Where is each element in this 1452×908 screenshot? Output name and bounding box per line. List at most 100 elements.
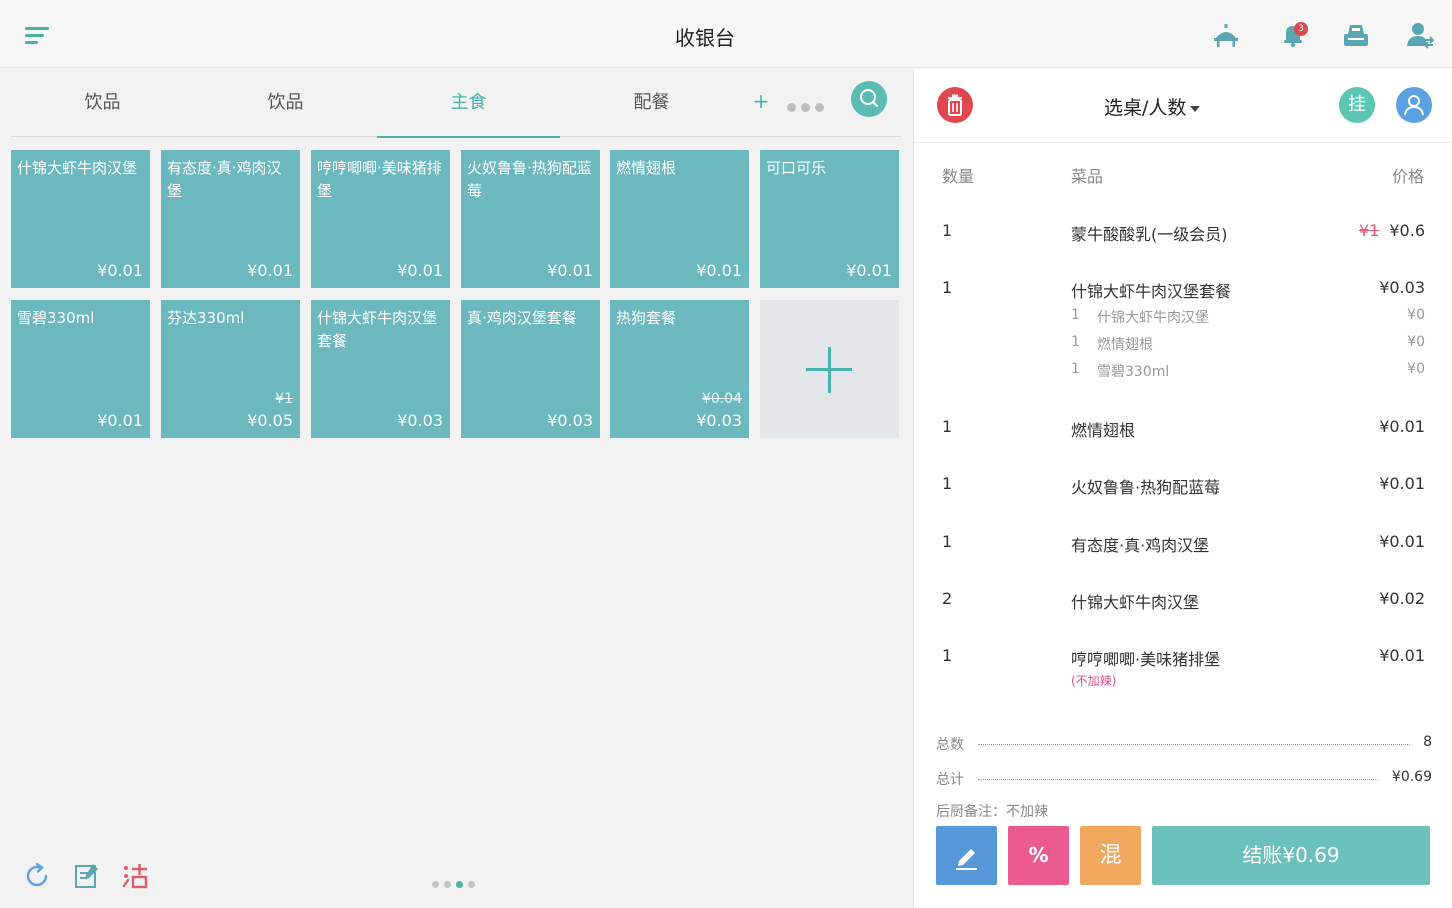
product-name: 哼哼唧唧·美味猪排堡 <box>317 159 442 200</box>
order-price: ¥0.03 <box>1379 278 1425 297</box>
dotted-leader <box>978 744 1410 745</box>
dotted-leader <box>978 779 1378 780</box>
hang-order-button[interactable]: 挂 <box>1339 87 1375 123</box>
product-name: 火奴鲁鲁·热狗配蓝莓 <box>467 159 592 200</box>
subitem-price: ¥0 <box>1407 307 1425 323</box>
order-price: ¥0.01 <box>1379 417 1425 436</box>
product-old-price: ¥0.04 <box>701 391 742 407</box>
subitem-price: ¥0 <box>1407 334 1425 350</box>
product-name: 热狗套餐 <box>616 309 677 327</box>
order-header: 选桌/人数 挂 <box>914 69 1452 143</box>
subitem-name: 雪碧330ml <box>1097 364 1170 380</box>
clear-order-button[interactable] <box>937 87 973 123</box>
checkout-button[interactable]: 结账¥0.69 <box>1152 826 1430 885</box>
order-price: ¥0.01 <box>1379 474 1425 493</box>
discount-button[interactable]: % <box>1008 826 1069 885</box>
product-tile[interactable]: 雪碧330ml ¥0.01 <box>11 300 150 438</box>
product-price: ¥0.03 <box>696 411 742 430</box>
product-price: ¥0.01 <box>97 411 143 430</box>
order-dish: 什锦大虾牛肉汉堡套餐 <box>1071 282 1232 301</box>
product-old-price: ¥1 <box>275 391 293 407</box>
table-service-icon[interactable] <box>1210 18 1242 50</box>
caret-down-icon <box>1190 105 1201 112</box>
product-panel: 饮品 饮品 主食 配餐 + 什锦大虾牛肉汉堡 ¥0.01 有态度·真·鸡肉汉堡 … <box>0 69 913 908</box>
product-tile[interactable]: 热狗套餐 ¥0.04 ¥0.03 <box>610 300 749 438</box>
note-icon[interactable] <box>72 860 102 890</box>
refresh-icon[interactable] <box>22 860 52 890</box>
order-price: ¥0.01 <box>1379 646 1425 665</box>
product-name: 什锦大虾牛肉汉堡套餐 <box>317 309 438 350</box>
total-value: ¥0.69 <box>1391 769 1432 785</box>
add-product-button[interactable] <box>760 300 899 438</box>
product-price: ¥0.01 <box>547 261 593 280</box>
order-dish: 什锦大虾牛肉汉堡 <box>1071 593 1200 612</box>
plus-icon <box>806 347 852 393</box>
product-tile[interactable]: 可口可乐 ¥0.01 <box>760 150 899 288</box>
order-panel: 选桌/人数 挂 数量 菜品 价格 1 蒙牛酸酸乳(一级会员) ¥1 ¥0.6 1 … <box>913 69 1452 908</box>
tab-drinks[interactable]: 饮品 <box>11 69 194 137</box>
edit-button[interactable] <box>936 826 997 885</box>
order-qty: 1 <box>942 474 953 493</box>
order-dish: 哼哼唧唧·美味猪排堡 <box>1071 650 1221 669</box>
summary-count: 总数 8 <box>936 734 1432 754</box>
add-category-button[interactable]: + <box>751 89 771 117</box>
member-button[interactable] <box>1396 87 1432 123</box>
trash-icon <box>948 94 962 116</box>
subitem-name: 什锦大虾牛肉汉堡 <box>1097 310 1209 326</box>
mixed-payment-button[interactable]: 混 <box>1080 826 1141 885</box>
cash-register-icon[interactable] <box>1340 18 1372 50</box>
product-name: 有态度·真·鸡肉汉堡 <box>167 159 282 200</box>
count-value: 8 <box>1423 734 1432 750</box>
tab-drinks-2[interactable]: 饮品 <box>194 69 377 137</box>
order-old-price: ¥1 <box>1359 221 1380 240</box>
top-bar: 收银台 3 <box>0 0 1452 68</box>
order-dish: 蒙牛酸酸乳(一级会员) <box>1071 225 1228 244</box>
product-tile[interactable]: 什锦大虾牛肉汉堡套餐 ¥0.03 <box>311 300 450 438</box>
product-price: ¥0.03 <box>547 411 593 430</box>
order-price: ¥0.02 <box>1379 589 1425 608</box>
product-tile[interactable]: 哼哼唧唧·美味猪排堡 ¥0.01 <box>311 150 450 288</box>
column-dish: 菜品 <box>1071 167 1104 186</box>
order-price: ¥0.6 <box>1389 221 1425 240</box>
order-qty: 2 <box>942 589 953 608</box>
user-switch-icon[interactable] <box>1404 18 1436 50</box>
product-name: 什锦大虾牛肉汉堡 <box>17 159 138 177</box>
column-qty: 数量 <box>942 167 975 186</box>
pencil-icon <box>956 849 977 870</box>
search-icon <box>860 89 878 107</box>
product-tile[interactable]: 真·鸡肉汉堡套餐 ¥0.03 <box>461 300 600 438</box>
product-tile[interactable]: 燃情翅根 ¥0.01 <box>610 150 749 288</box>
product-name: 可口可乐 <box>766 159 827 177</box>
product-tile[interactable]: 什锦大虾牛肉汉堡 ¥0.01 <box>11 150 150 288</box>
product-price: ¥0.03 <box>397 411 443 430</box>
user-icon <box>1404 95 1424 116</box>
product-name: 真·鸡肉汉堡套餐 <box>467 309 577 327</box>
order-qty: 1 <box>942 646 953 665</box>
more-icon[interactable] <box>787 97 831 112</box>
table-guest-select[interactable]: 选桌/人数 <box>1104 93 1224 119</box>
notification-badge: 3 <box>1294 22 1308 36</box>
order-qty: 1 <box>942 417 953 436</box>
subitem-qty: 1 <box>1071 361 1080 377</box>
order-dish: 火奴鲁鲁·热狗配蓝莓 <box>1071 478 1221 497</box>
tab-side-dishes[interactable]: 配餐 <box>560 69 743 137</box>
product-name: 雪碧330ml <box>17 309 95 327</box>
product-tile[interactable]: 有态度·真·鸡肉汉堡 ¥0.01 <box>161 150 300 288</box>
product-price: ¥0.05 <box>247 411 293 430</box>
notification-button[interactable]: 3 <box>1278 18 1310 50</box>
order-dish: 有态度·真·鸡肉汉堡 <box>1071 536 1210 555</box>
product-tile[interactable]: 芬达330ml ¥1 ¥0.05 <box>161 300 300 438</box>
search-button[interactable] <box>851 81 887 117</box>
product-name: 燃情翅根 <box>616 159 677 177</box>
tab-staple-food[interactable]: 主食 <box>377 69 560 138</box>
order-note: (不加辣) <box>1071 674 1117 688</box>
page-indicator[interactable] <box>432 873 482 888</box>
product-tile[interactable]: 火奴鲁鲁·热狗配蓝莓 ¥0.01 <box>461 150 600 288</box>
order-price: ¥0.01 <box>1379 532 1425 551</box>
summary-total: 总计 ¥0.69 <box>936 769 1432 789</box>
product-price: ¥0.01 <box>846 261 892 280</box>
product-price: ¥0.01 <box>696 261 742 280</box>
kitchen-note: 后厨备注：不加辣 <box>936 804 1048 820</box>
order-dish: 燃情翅根 <box>1071 421 1136 440</box>
clear-icon[interactable] <box>120 860 150 890</box>
